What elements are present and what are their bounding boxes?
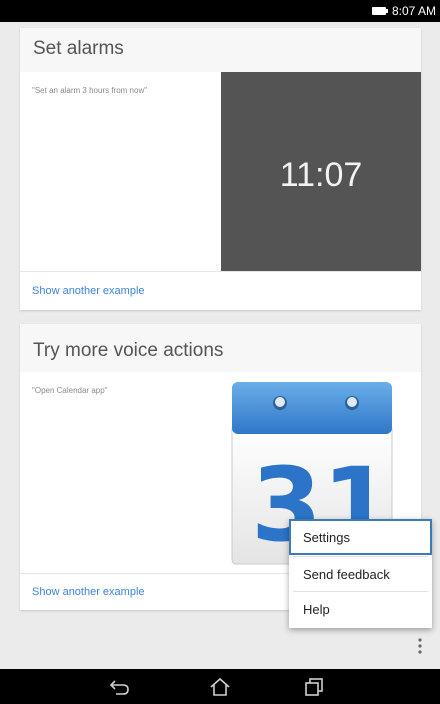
battery-icon (372, 7, 388, 15)
clock-time: 11:07 (279, 156, 363, 194)
overflow-menu: Settings Send feedback Help (289, 519, 432, 628)
card-content: "Set an alarm 3 hours from now" 11:07 Sh… (20, 72, 421, 310)
divider (20, 271, 421, 272)
set-alarms-card: Set alarms "Set an alarm 3 hours from no… (20, 28, 421, 310)
show-another-example-link[interactable]: Show another example (32, 285, 145, 297)
more-options-icon[interactable] (411, 637, 429, 655)
recents-icon[interactable] (301, 675, 327, 699)
example-text: "Open Calendar app" (32, 386, 108, 395)
status-bar: 8:07 AM (0, 0, 440, 22)
navigation-bar (0, 669, 440, 704)
back-icon[interactable] (107, 675, 133, 699)
show-another-example-link[interactable]: Show another example (32, 586, 145, 598)
clock-preview: 11:07 (221, 72, 421, 271)
status-time: 8:07 AM (391, 4, 436, 18)
card-title: Try more voice actions (33, 340, 224, 361)
example-text: "Set an alarm 3 hours from now" (32, 86, 148, 95)
home-icon[interactable] (207, 675, 233, 699)
menu-item-settings[interactable]: Settings (289, 519, 432, 555)
menu-item-help[interactable]: Help (289, 591, 432, 627)
card-title: Set alarms (33, 38, 124, 59)
menu-item-send-feedback[interactable]: Send feedback (289, 556, 432, 592)
